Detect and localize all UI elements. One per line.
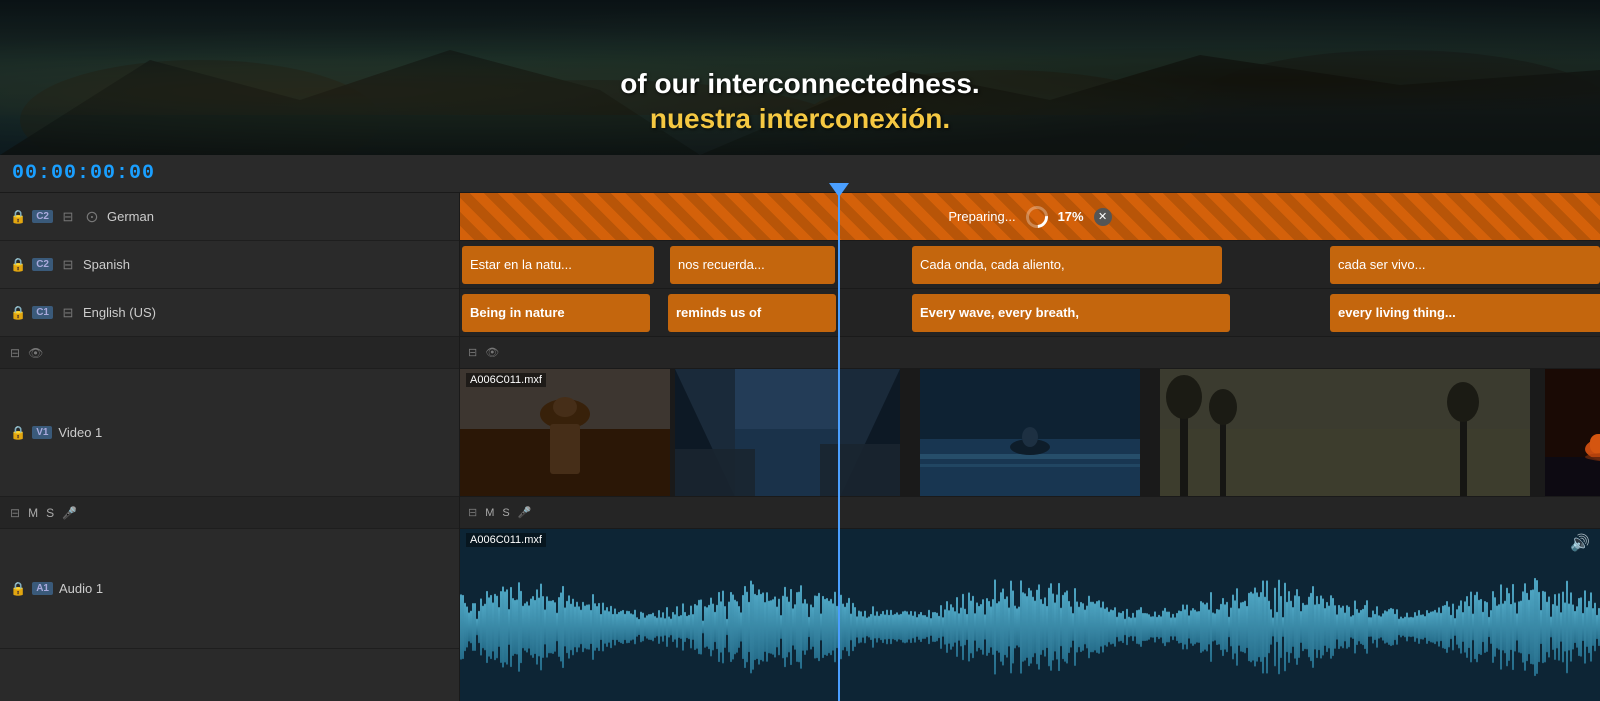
preparing-spinner <box>1021 201 1052 232</box>
video-thumb-kayak <box>920 369 1140 496</box>
thumb-canoe-svg <box>1545 369 1600 497</box>
english-film-icon[interactable]: ⊟ <box>59 305 77 321</box>
timecode-bar: 00:00:00:00 <box>0 155 1600 193</box>
video-track-name: Video 1 <box>58 425 449 440</box>
english-badge: C1 <box>32 306 53 319</box>
spanish-film-icon[interactable]: ⊟ <box>59 257 77 273</box>
video-track-content: A006C011.mxf <box>460 369 1600 497</box>
spanish-clip-3[interactable]: Cada onda, cada aliento, <box>912 246 1222 284</box>
playhead[interactable] <box>838 193 840 701</box>
spanish-track-name: Spanish <box>83 257 449 272</box>
video-thumb-mist <box>1160 369 1530 496</box>
audio-badge: A1 <box>32 582 53 595</box>
spanish-clip-2[interactable]: nos recuerda... <box>670 246 835 284</box>
cancel-button[interactable]: ✕ <box>1094 208 1112 226</box>
english-track-name: English (US) <box>83 305 449 320</box>
german-track-label: 🔒 C2 ⊟ ⊙ German <box>0 193 459 241</box>
video-track-label: 🔒 V1 Video 1 <box>0 369 459 497</box>
english-clip-4[interactable]: every living thing... <box>1330 294 1600 332</box>
video-sep-film-icon[interactable]: ⊟ <box>10 346 20 360</box>
timeline: 00:00:00:00 🔒 C2 ⊟ ⊙ German 🔒 C2 ⊟ Spani… <box>0 155 1600 701</box>
thumb-kayak-svg <box>920 369 1140 497</box>
video-thumb-woman <box>460 369 670 496</box>
spanish-track-label: 🔒 C2 ⊟ Spanish <box>0 241 459 289</box>
audio-sep-s: S <box>502 507 509 519</box>
audio-sep-icon: ⊟ <box>468 506 477 519</box>
german-lock-icon[interactable]: 🔒 <box>10 209 26 225</box>
tracks-container: 🔒 C2 ⊟ ⊙ German 🔒 C2 ⊟ Spanish 🔒 C1 ⊟ En… <box>0 193 1600 701</box>
audio-track-name: Audio 1 <box>59 581 449 596</box>
subtitle-secondary: nuestra interconexión. <box>0 103 1600 135</box>
audio-clip-label: A006C011.mxf <box>466 533 546 547</box>
progress-percent: 17% <box>1058 209 1084 224</box>
english-lock-icon[interactable]: 🔒 <box>10 305 26 321</box>
audio-sep-s-label[interactable]: S <box>46 506 54 520</box>
english-clip-3[interactable]: Every wave, every breath, <box>912 294 1230 332</box>
playhead-marker <box>829 183 849 197</box>
audio-separator-row: ⊟ M S 🎤 <box>0 497 459 529</box>
english-track-content: Being in nature reminds us of Every wave… <box>460 289 1600 337</box>
audio-content-separator: ⊟ M S 🎤 <box>460 497 1600 529</box>
video-sep-icon: ⊟ <box>468 346 477 359</box>
german-track-content: Preparing... 17% ✕ <box>460 193 1600 241</box>
german-badge: C2 <box>32 210 53 223</box>
spanish-clip-1[interactable]: Estar en la natu... <box>462 246 654 284</box>
german-film-icon[interactable]: ⊟ <box>59 209 77 225</box>
video-thumb-canoe <box>1545 369 1600 496</box>
video-sep-eye-icon[interactable]: 👁 <box>28 346 43 360</box>
video-clip-label: A006C011.mxf <box>466 373 546 387</box>
tracks-content-inner: Preparing... 17% ✕ Estar en la natu... n… <box>460 193 1600 701</box>
subtitle-primary: of our interconnectedness. <box>0 68 1600 100</box>
audio-sep-m-label[interactable]: M <box>28 506 38 520</box>
german-settings-icon[interactable]: ⊙ <box>83 207 101 227</box>
spanish-lock-icon[interactable]: 🔒 <box>10 257 26 273</box>
english-clip-1[interactable]: Being in nature <box>462 294 650 332</box>
audio-lock-icon[interactable]: 🔒 <box>10 581 26 597</box>
audio-track-content: A006C011.mxf 🔊 <box>460 529 1600 701</box>
track-labels: 🔒 C2 ⊟ ⊙ German 🔒 C2 ⊟ Spanish 🔒 C1 ⊟ En… <box>0 193 460 701</box>
audio-sep-m: M <box>485 507 494 519</box>
audio-sep-mic: 🎤 <box>518 506 532 519</box>
video-preview: of our interconnectedness. nuestra inter… <box>0 0 1600 155</box>
spanish-track-content: Estar en la natu... nos recuerda... Cada… <box>460 241 1600 289</box>
video-separator-row: ⊟ 👁 <box>0 337 459 369</box>
thumb-canyon-svg <box>675 369 900 497</box>
video-sep-eye: 👁 <box>485 346 499 359</box>
video-thumb-canyon <box>675 369 900 496</box>
thumb-mist-svg <box>1160 369 1530 497</box>
preparing-text: Preparing... <box>948 209 1015 224</box>
waveform <box>460 557 1600 697</box>
audio-track-label: 🔒 A1 Audio 1 <box>0 529 459 649</box>
spanish-clip-4[interactable]: cada ser vivo... <box>1330 246 1600 284</box>
audio-sep-film-icon[interactable]: ⊟ <box>10 506 20 520</box>
timecode-display: 00:00:00:00 <box>12 162 155 185</box>
thumb-woman-svg <box>460 369 670 497</box>
video-content-separator: ⊟ 👁 <box>460 337 1600 369</box>
spanish-badge: C2 <box>32 258 53 271</box>
video-badge: V1 <box>32 426 52 439</box>
waveform-svg <box>460 557 1600 697</box>
english-track-label: 🔒 C1 ⊟ English (US) <box>0 289 459 337</box>
audio-sep-mic-icon[interactable]: 🎤 <box>62 506 77 520</box>
english-clip-2[interactable]: reminds us of <box>668 294 836 332</box>
german-track-name: German <box>107 209 449 224</box>
video-lock-icon[interactable]: 🔒 <box>10 425 26 441</box>
track-content: Preparing... 17% ✕ Estar en la natu... n… <box>460 193 1600 701</box>
audio-speaker-icon: 🔊 <box>1570 533 1590 553</box>
